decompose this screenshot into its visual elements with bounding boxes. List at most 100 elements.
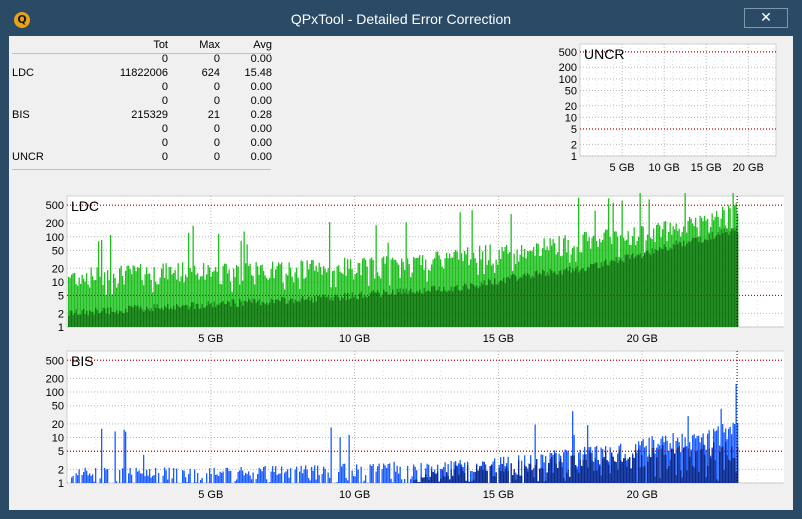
data-bar xyxy=(84,467,86,483)
avg-bar xyxy=(734,230,736,327)
data-bar xyxy=(186,482,188,483)
avg-bar xyxy=(717,232,719,327)
avg-bar xyxy=(447,476,449,483)
avg-bar xyxy=(371,291,373,327)
avg-bar xyxy=(558,461,560,483)
x-tick-label: 15 GB xyxy=(691,162,722,174)
avg-bar xyxy=(410,288,412,327)
avg-bar xyxy=(434,286,436,327)
avg-bar xyxy=(185,304,187,327)
stats-header-row: Tot Max Avg xyxy=(12,38,272,52)
y-tick-label: 200 xyxy=(46,373,64,385)
avg-bar xyxy=(149,310,151,327)
avg-bar xyxy=(693,467,695,483)
avg-bar xyxy=(515,275,517,327)
plot-group: 5002001005020105215 GB 10 GB 15 GB 20 GBLDC xyxy=(46,193,784,345)
data-bar xyxy=(300,465,302,483)
y-tick-label: 2 xyxy=(571,139,577,151)
data-bar xyxy=(321,473,323,483)
avg-bar xyxy=(141,309,143,327)
stats-tot-value: 0 xyxy=(161,95,168,107)
close-button[interactable]: ✕ xyxy=(744,8,788,28)
avg-bar xyxy=(383,289,385,327)
title-bar[interactable]: Q QPxTool - Detailed Error Correction ✕ xyxy=(0,0,802,36)
avg-bar xyxy=(246,302,248,327)
stats-divider xyxy=(12,169,271,170)
data-bar xyxy=(564,449,566,483)
avg-bar xyxy=(188,309,190,327)
avg-bar xyxy=(725,442,727,483)
data-bar xyxy=(258,467,260,483)
avg-bar xyxy=(705,239,707,327)
data-bar xyxy=(89,473,91,483)
data-bar xyxy=(545,456,547,483)
data-bar xyxy=(240,467,242,483)
stats-tot-value: 0 xyxy=(161,81,168,93)
avg-bar xyxy=(686,470,688,483)
avg-bar xyxy=(243,300,245,327)
avg-bar xyxy=(639,253,641,327)
avg-bar xyxy=(95,307,97,327)
data-bar xyxy=(257,474,259,483)
avg-bar xyxy=(456,284,458,327)
avg-bar xyxy=(272,299,274,327)
data-bar xyxy=(78,469,80,483)
data-bar xyxy=(165,470,167,483)
data-bar xyxy=(324,468,326,483)
avg-bar xyxy=(431,470,433,483)
avg-bar xyxy=(446,292,448,327)
avg-bar xyxy=(639,467,641,483)
data-bar xyxy=(104,468,106,483)
avg-bar xyxy=(519,277,521,327)
avg-bar xyxy=(644,465,646,483)
avg-bar xyxy=(575,268,577,327)
avg-bar xyxy=(725,232,727,327)
data-bar xyxy=(348,434,350,483)
stats-row: LDC 11822006 624 15.48 xyxy=(12,66,272,80)
avg-bar xyxy=(584,454,586,483)
x-tick-label: 10 GB xyxy=(649,162,680,174)
avg-bar xyxy=(518,460,520,483)
avg-bar xyxy=(717,480,719,483)
avg-bar xyxy=(495,284,497,327)
avg-bar xyxy=(78,314,80,327)
avg-bar xyxy=(389,294,391,327)
avg-bar xyxy=(173,305,175,327)
data-bar xyxy=(116,481,118,483)
avg-bar xyxy=(353,297,355,327)
avg-bar xyxy=(654,476,656,483)
avg-bar xyxy=(360,291,362,327)
avg-bar xyxy=(491,283,493,327)
avg-bar xyxy=(318,295,320,327)
avg-bar xyxy=(75,309,77,327)
avg-bar xyxy=(116,310,118,327)
avg-bar xyxy=(489,280,491,327)
data-bar xyxy=(393,461,395,483)
avg-bar xyxy=(701,448,703,483)
data-bar xyxy=(410,479,412,483)
data-bar xyxy=(114,431,116,483)
y-tick-label: 500 xyxy=(559,47,577,59)
avg-bar xyxy=(686,243,688,327)
x-tick-label: 20 GB xyxy=(627,489,658,501)
avg-bar xyxy=(696,450,698,483)
data-bar xyxy=(312,470,314,483)
data-bar xyxy=(395,471,397,483)
data-bar xyxy=(222,471,224,483)
avg-bar xyxy=(671,249,673,327)
avg-bar xyxy=(696,237,698,327)
avg-bar xyxy=(296,301,298,327)
avg-bar xyxy=(153,304,155,327)
avg-bar xyxy=(458,474,460,483)
avg-bar xyxy=(90,311,92,327)
avg-bar xyxy=(332,300,334,327)
avg-bar xyxy=(413,292,415,327)
avg-bar xyxy=(621,461,623,483)
avg-bar xyxy=(606,460,608,483)
data-bar xyxy=(249,475,251,483)
avg-bar xyxy=(726,228,728,327)
y-tick-label: 200 xyxy=(46,218,64,230)
window-title: QPxTool - Detailed Error Correction xyxy=(290,11,512,27)
avg-bar xyxy=(516,280,518,327)
avg-bar xyxy=(566,267,568,327)
